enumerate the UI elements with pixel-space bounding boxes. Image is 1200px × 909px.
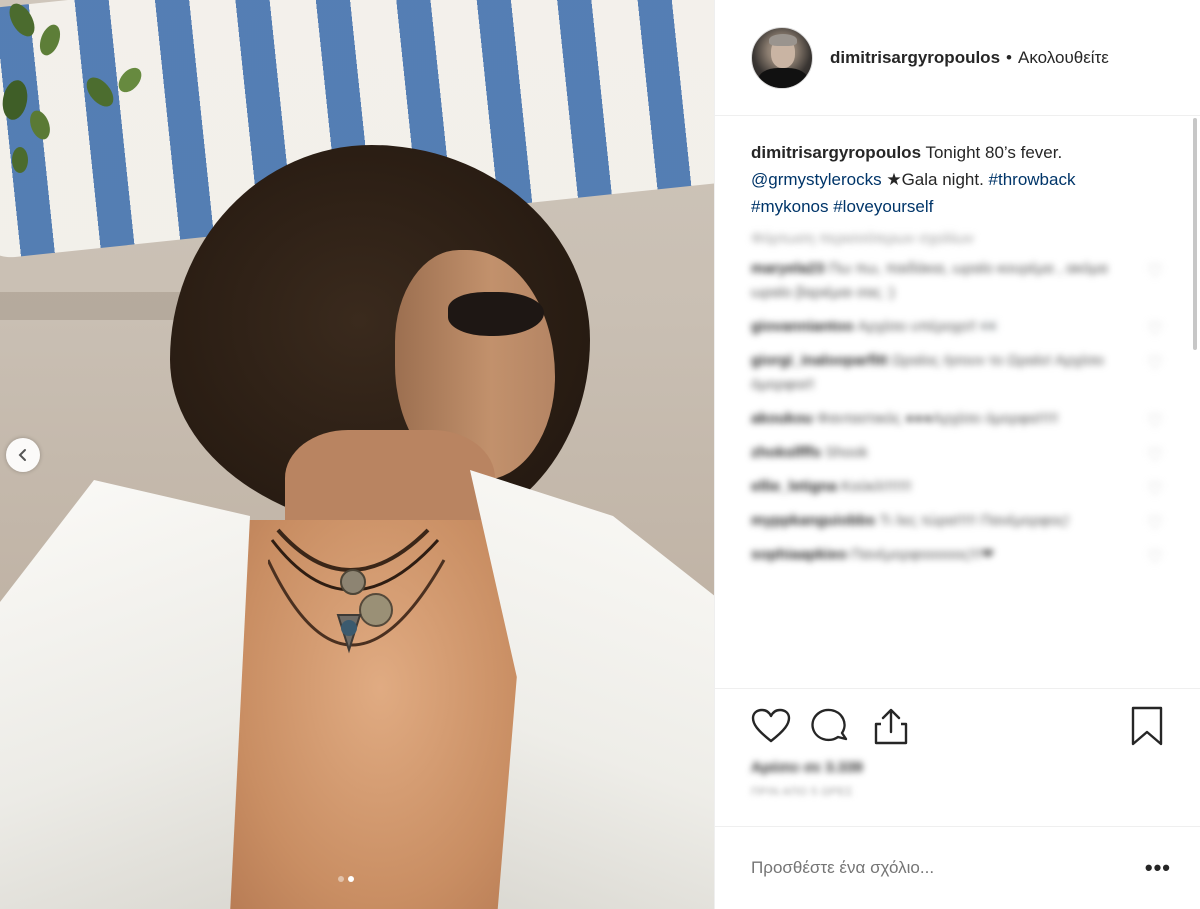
comments-list[interactable]: dimitrisargyropoulos Tonight 80’s fever.…	[715, 117, 1200, 688]
comment-username[interactable]: myppkanguiobbs	[751, 512, 875, 529]
comment-bubble-icon	[811, 708, 848, 742]
comments-scrollbar[interactable]	[1193, 118, 1197, 350]
comment-like-icon[interactable]: ♡	[1147, 409, 1163, 433]
comment-text: Πανέμορφοοοοος!!!❤	[851, 546, 994, 563]
comment-username[interactable]: sophiaapkieo	[751, 546, 847, 563]
mention-link[interactable]: @grmystylerocks	[751, 170, 882, 189]
post-photo	[0, 0, 714, 909]
comment-item: giorgi_inalooparfitt Ωραίος ήσουν το Ωρα…	[751, 349, 1171, 397]
post-header: dimitrisargyropoulos • Ακολουθείτε	[715, 0, 1200, 116]
plant-leaves	[2, 3, 142, 173]
comment-username[interactable]: ellie_letigna	[751, 478, 837, 495]
pendant-necklaces	[268, 528, 446, 654]
heart-icon	[751, 708, 791, 743]
comment-like-icon[interactable]: ♡	[1147, 477, 1163, 501]
share-icon	[874, 708, 908, 745]
comment-text: Τι λες τώρα!!!!! Πανέμορφος!	[879, 512, 1070, 529]
comment-like-icon[interactable]: ♡	[1147, 317, 1163, 341]
comment-text: Shook	[825, 444, 868, 461]
carousel-dot-active	[348, 876, 354, 882]
avatar[interactable]	[751, 26, 813, 89]
caption-text-2: Gala night.	[901, 170, 989, 189]
save-button[interactable]	[1127, 705, 1171, 747]
like-button[interactable]	[751, 705, 795, 747]
share-button[interactable]	[871, 705, 915, 747]
comment-username[interactable]: akoukou	[751, 410, 813, 427]
username-link[interactable]: dimitrisargyropoulos	[830, 48, 1000, 68]
bookmark-icon	[1131, 706, 1163, 746]
hashtag-throwback[interactable]: #throwback	[989, 170, 1076, 189]
carousel-indicator	[338, 876, 354, 882]
comment-item: akoukou Φανταστικός ●●●Αρχίσει όμορφα!!!…	[751, 407, 1171, 431]
comment-like-icon[interactable]: ♡	[1147, 511, 1163, 535]
hashtag-mykonos[interactable]: #mykonos	[751, 197, 828, 216]
comment-text: Φανταστικός ●●●Αρχίσει όμορφα!!!!!	[816, 410, 1059, 427]
comment-button[interactable]	[811, 705, 855, 747]
action-icons-row	[751, 705, 1171, 747]
chevron-left-icon	[18, 449, 26, 461]
caption-text: Tonight 80’s fever.	[921, 143, 1063, 162]
comment-text: Κούκλ!!!!!!!	[841, 478, 912, 495]
carousel-dot	[338, 876, 344, 882]
comment-item: giovanniantoo Αρχίσει υπέροχο!! 👀 ♡	[751, 315, 1171, 339]
comment-like-icon[interactable]: ♡	[1147, 259, 1163, 283]
hashtag-loveyourself[interactable]: #loveyourself	[833, 197, 933, 216]
post-sidebar: dimitrisargyropoulos • Ακολουθείτε dimit…	[714, 0, 1200, 909]
comment-item: myppkanguiobbs Τι λες τώρα!!!!! Πανέμορφ…	[751, 509, 1171, 533]
comment-item: maryela23 Πω πω, παιδάκια, ωραίο κουρέμα…	[751, 257, 1171, 305]
star-emoji: ★	[881, 170, 902, 189]
comment-username[interactable]: maryela23	[751, 260, 824, 277]
add-comment-bar: •••	[715, 826, 1200, 909]
comment-like-icon[interactable]: ♡	[1147, 545, 1163, 569]
comment-item: ellie_letigna Κούκλ!!!!!!! ♡	[751, 475, 1171, 499]
comment-text: Αρχίσει υπέροχο!! 👀	[857, 318, 1000, 335]
caption-username[interactable]: dimitrisargyropoulos	[751, 143, 921, 162]
post-caption: dimitrisargyropoulos Tonight 80’s fever.…	[751, 139, 1171, 220]
comment-like-icon[interactable]: ♡	[1147, 443, 1163, 467]
post-actions: Αρέσει σε 3.339 ΠΡΙΝ ΑΠΟ 5 ΩΡΕΣ	[715, 688, 1200, 818]
instagram-post: dimitrisargyropoulos • Ακολουθείτε dimit…	[0, 0, 1200, 909]
white-shirt-left	[0, 480, 250, 909]
comment-username[interactable]: giorgi_inalooparfitt	[751, 352, 888, 369]
more-options-button[interactable]: •••	[1145, 855, 1171, 881]
separator-dot: •	[1006, 47, 1012, 67]
load-more-comments[interactable]: Φόρτωση περισσότερων σχολίων	[751, 230, 1171, 247]
comment-item: sophiaapkieo Πανέμορφοοοοος!!!❤ ♡	[751, 543, 1171, 567]
carousel-prev-button[interactable]	[6, 438, 40, 472]
comment-username[interactable]: giovanniantoo	[751, 318, 854, 335]
likes-count[interactable]: Αρέσει σε 3.339	[751, 759, 1171, 776]
following-button[interactable]: Ακολουθείτε	[1018, 48, 1109, 68]
comment-input[interactable]	[751, 858, 1145, 878]
comment-like-icon[interactable]: ♡	[1147, 351, 1163, 375]
post-timestamp: ΠΡΙΝ ΑΠΟ 5 ΩΡΕΣ	[751, 786, 853, 798]
comment-item: zhokslfffs Shook ♡	[751, 441, 1171, 465]
comment-username[interactable]: zhokslfffs	[751, 444, 821, 461]
